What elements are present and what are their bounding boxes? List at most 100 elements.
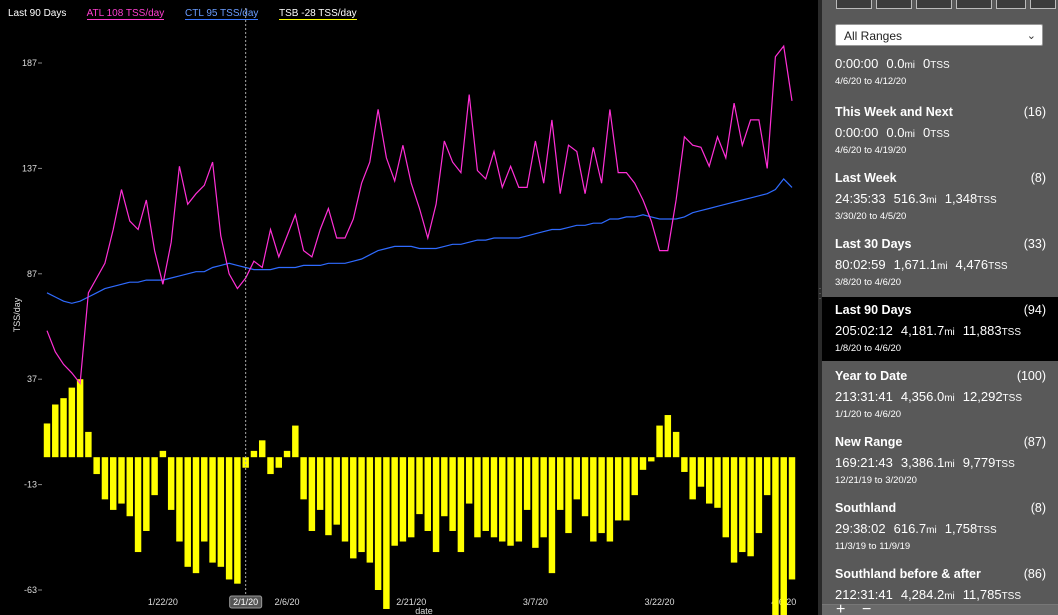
tsb-bar[interactable] [250, 450, 258, 458]
chart-canvas[interactable]: 1871378737-13-63TSS/day1/22/20 2/6/20 2/21… [0, 0, 818, 615]
tsb-bar[interactable] [780, 457, 787, 615]
tsb-bar[interactable] [606, 457, 614, 542]
tsb-bar[interactable] [325, 457, 332, 536]
tsb-bar[interactable] [383, 457, 390, 609]
tsb-bar[interactable] [209, 457, 216, 563]
tsb-bar[interactable] [391, 457, 398, 546]
range-item[interactable]: New Range (87) 169:21:43 3,386.1mi 9,779TSS 1… [822, 429, 1058, 493]
tsb-bar[interactable] [482, 457, 489, 531]
toolbar-button-5[interactable] [996, 0, 1026, 9]
ctl-line[interactable] [46, 177, 793, 304]
tsb-bar[interactable] [639, 457, 647, 470]
tsb-bar[interactable] [283, 450, 291, 458]
tsb-bar[interactable] [490, 457, 498, 538]
tsb-bar[interactable] [581, 457, 589, 517]
tsb-bar[interactable] [515, 457, 523, 542]
toolbar-button-4[interactable] [956, 0, 992, 9]
tsb-bar[interactable] [308, 457, 316, 531]
tsb-bar[interactable] [714, 457, 721, 508]
tsb-bar[interactable] [201, 457, 208, 542]
tsb-bar[interactable] [134, 457, 142, 553]
tsb-bar[interactable] [159, 450, 167, 458]
toolbar-button-2[interactable] [876, 0, 912, 9]
atl-line[interactable] [46, 44, 793, 385]
add-range-button[interactable]: + [836, 601, 845, 615]
tsb-bar[interactable] [705, 457, 713, 504]
tsb-bar[interactable] [333, 457, 340, 525]
range-item[interactable]: Year to Date (100) 213:31:41 4,356.0mi 12,29… [822, 363, 1058, 427]
tsb-bar[interactable] [275, 457, 283, 468]
tsb-bar[interactable] [424, 457, 432, 531]
range-item[interactable]: 0:00:00 0.0mi 0TSS 4/6/20 to 4/12/20 [822, 42, 1058, 106]
tsb-bar[interactable] [151, 457, 158, 496]
tsb-bar[interactable] [300, 457, 307, 500]
tsb-bar[interactable] [565, 457, 572, 534]
range-item[interactable]: This Week and Next (16) 0:00:00 0.0mi 0TSS 4/… [822, 99, 1058, 163]
tsb-bar[interactable] [556, 457, 564, 510]
tsb-bar[interactable] [432, 457, 440, 553]
tsb-bar[interactable] [474, 457, 481, 538]
tsb-bar[interactable] [523, 457, 531, 510]
tsb-bar[interactable] [664, 415, 672, 458]
tsb-bar[interactable] [614, 457, 622, 521]
tsb-bar[interactable] [60, 398, 67, 458]
tsb-bar[interactable] [449, 457, 456, 531]
tsb-bar[interactable] [540, 457, 547, 538]
tsb-bar[interactable] [258, 440, 266, 458]
tsb-bar[interactable] [681, 457, 688, 472]
tsb-bar[interactable] [722, 457, 730, 538]
tsb-bar[interactable] [788, 457, 796, 580]
tsb-bar[interactable] [225, 457, 233, 580]
tsb-bar[interactable] [590, 457, 597, 542]
tsb-bar[interactable] [76, 379, 84, 458]
tsb-bar[interactable] [573, 457, 581, 500]
tsb-bar[interactable] [689, 457, 696, 500]
tsb-bar[interactable] [184, 457, 191, 567]
tsb-bar[interactable] [416, 457, 423, 515]
tsb-bar[interactable] [747, 457, 754, 557]
tsb-bar[interactable] [341, 457, 349, 542]
tsb-bar[interactable] [598, 457, 605, 534]
toolbar-settings-icon[interactable] [1030, 0, 1056, 9]
range-item[interactable]: Last 30 Days (33) 80:02:59 1,671.1mi 4,476TS… [822, 231, 1058, 295]
tsb-bar[interactable] [507, 457, 514, 546]
tsb-bar[interactable] [267, 457, 274, 475]
tsb-bar[interactable] [93, 457, 100, 475]
tsb-bar[interactable] [755, 457, 763, 534]
remove-range-button[interactable]: − [862, 601, 871, 615]
tsb-bar[interactable] [730, 457, 738, 563]
tsb-bar[interactable] [772, 457, 779, 615]
tsb-bar[interactable] [399, 457, 407, 542]
tsb-bar[interactable] [192, 457, 200, 574]
tsb-bar[interactable] [234, 457, 241, 584]
tsb-bar[interactable] [763, 457, 771, 496]
tsb-bar[interactable] [623, 457, 630, 521]
tsb-bar[interactable] [465, 457, 473, 504]
tsb-bar[interactable] [316, 457, 324, 510]
tsb-bar[interactable] [739, 457, 746, 553]
tsb-bar[interactable] [101, 457, 109, 500]
tsb-bar[interactable] [672, 431, 680, 458]
tsb-bar[interactable] [143, 457, 150, 531]
tsb-bar[interactable] [358, 457, 365, 553]
tsb-bar[interactable] [407, 457, 415, 538]
tsb-bar[interactable] [499, 457, 506, 542]
tsb-bar[interactable] [441, 457, 448, 517]
tsb-bar[interactable] [292, 425, 299, 458]
tsb-bar[interactable] [176, 457, 183, 542]
tsb-bar[interactable] [656, 425, 663, 458]
range-item[interactable]: Last 90 Days (94) 205:02:12 4,181.7mi 11,883… [822, 297, 1058, 361]
tsb-bar[interactable] [366, 457, 374, 563]
tsb-bar[interactable] [217, 457, 225, 567]
tsb-bar[interactable] [697, 457, 705, 487]
range-item[interactable]: Last Week (8) 24:35:33 516.3mi 1,348TSS 3/30/… [822, 165, 1058, 229]
fitness-chart[interactable]: 187 137 87 37 -13 -63 TSS/day 1/22/20 2/6/20 2/21… [0, 0, 818, 615]
tsb-bar[interactable] [68, 387, 76, 458]
tsb-bar[interactable] [109, 457, 117, 510]
tsb-bar[interactable] [126, 457, 134, 517]
tsb-bar[interactable] [167, 457, 175, 510]
tsb-bar[interactable] [242, 457, 249, 468]
tsb-bar[interactable] [457, 457, 465, 553]
tsb-bar[interactable] [43, 423, 51, 458]
tsb-bar[interactable] [52, 404, 59, 458]
